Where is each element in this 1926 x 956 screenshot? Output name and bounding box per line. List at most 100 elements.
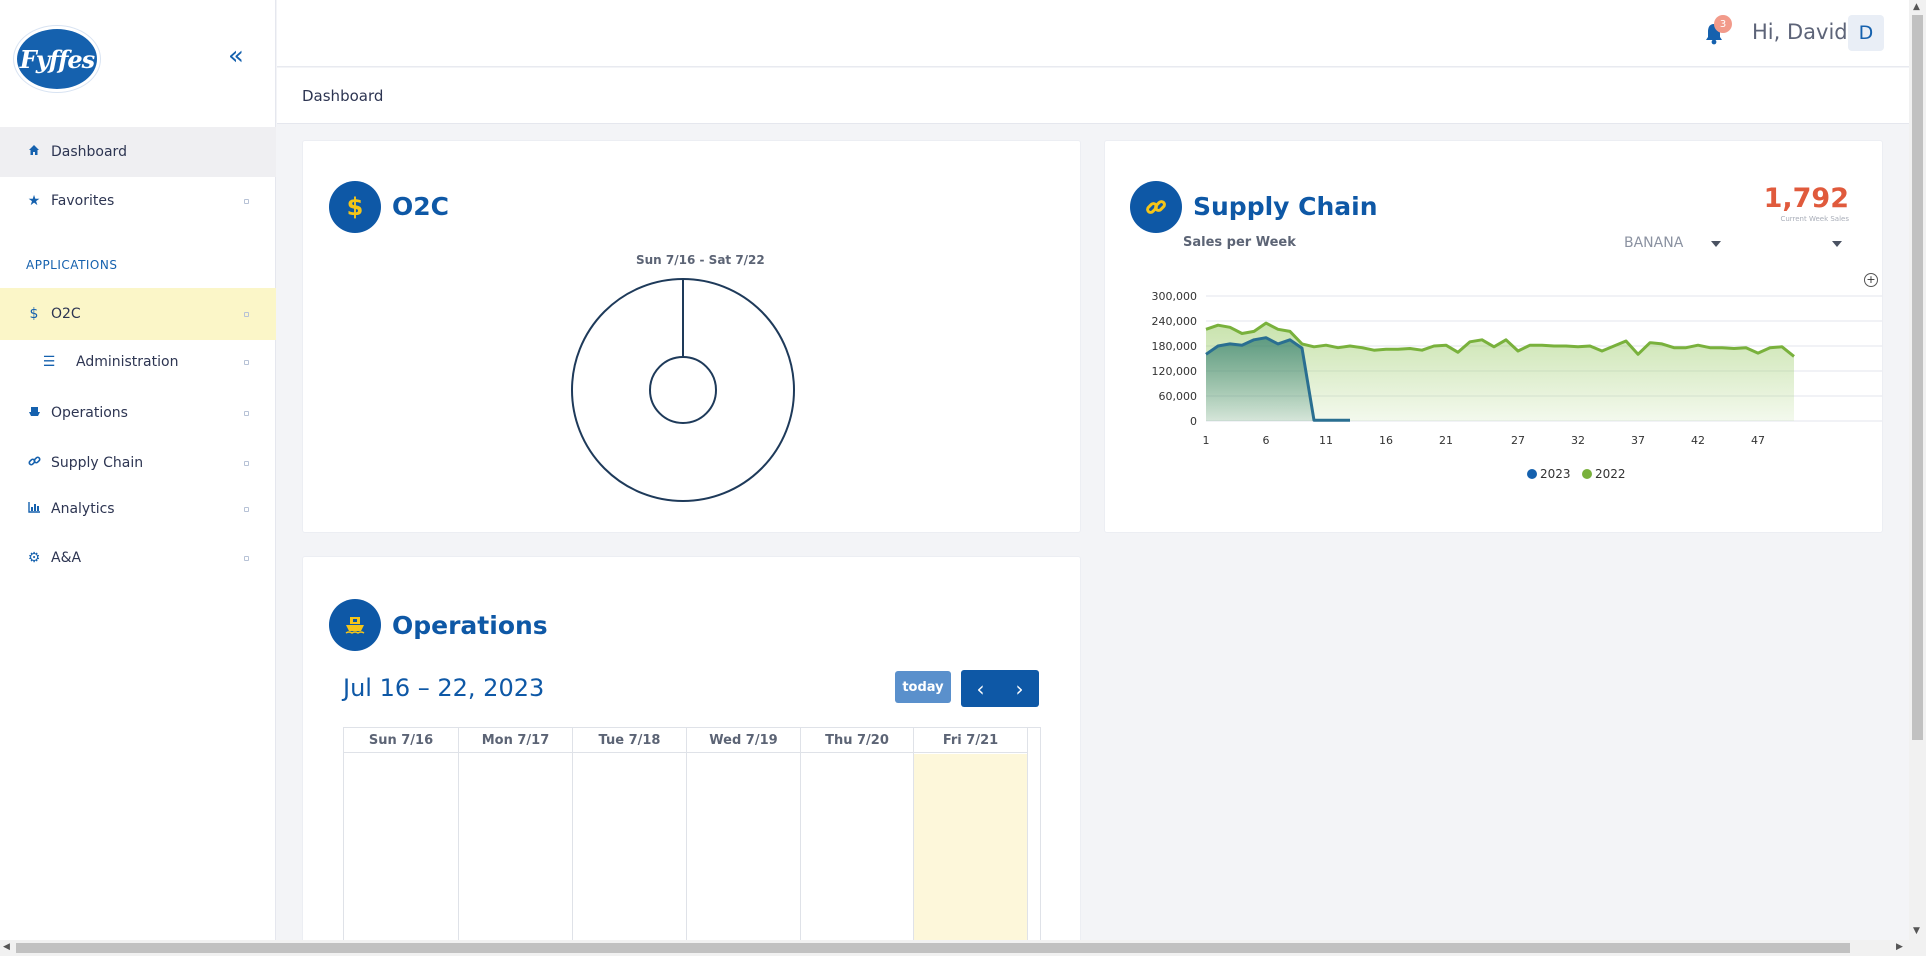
current-week-sales-value: 1,792 — [1763, 183, 1849, 214]
y-tick-label: 60,000 — [1159, 390, 1198, 403]
calendar-day-header: Sun 7/16 — [344, 728, 458, 753]
prev-week-button[interactable]: ‹ — [961, 670, 1000, 707]
expand-indicator — [244, 410, 249, 416]
sidebar-item-favorites[interactable]: ★ Favorites — [0, 176, 276, 226]
breadcrumb-bar: Dashboard — [277, 68, 1909, 124]
o2c-title: O2C — [392, 192, 449, 221]
x-tick-label: 21 — [1439, 434, 1453, 447]
today-button[interactable]: today — [895, 671, 951, 703]
dollar-icon: $ — [29, 306, 39, 322]
scroll-down-arrow-icon[interactable]: ▼ — [1913, 926, 1920, 936]
breadcrumb: Dashboard — [302, 87, 384, 105]
x-tick-label: 11 — [1319, 434, 1333, 447]
calendar-range-title: Jul 16 – 22, 2023 — [343, 674, 545, 702]
chevron-down-icon[interactable] — [1832, 241, 1842, 247]
calendar-day-header: Tue 7/18 — [573, 728, 686, 753]
ship-icon — [329, 599, 381, 651]
supply-chain-title: Supply Chain — [1193, 192, 1378, 221]
x-tick-label: 1 — [1203, 434, 1210, 447]
sidebar-item-label: Supply Chain — [51, 455, 144, 471]
scroll-right-arrow-icon[interactable]: ▶ — [1896, 942, 1903, 952]
expand-indicator — [244, 555, 249, 561]
link-icon — [1130, 181, 1182, 233]
star-icon: ★ — [27, 193, 41, 209]
calendar-day-header: Thu 7/20 — [801, 728, 913, 753]
calendar-day-column-today: Fri 7/21 — [914, 728, 1028, 955]
horizontal-scroll-thumb[interactable] — [16, 943, 1850, 953]
expand-indicator — [244, 311, 249, 317]
calendar-day-header: Mon 7/17 — [459, 728, 572, 753]
bar-chart-icon — [25, 501, 43, 517]
sidebar-item-label: O2C — [51, 306, 81, 322]
expand-indicator — [244, 506, 249, 512]
chevron-down-icon[interactable] — [1711, 241, 1721, 247]
x-tick-label: 27 — [1511, 434, 1525, 447]
sidebar-item-administration[interactable]: ☰ Administration — [0, 337, 276, 387]
operations-card: Operations Jul 16 – 22, 2023 today ‹ › S… — [302, 556, 1081, 956]
y-tick-label: 120,000 — [1152, 365, 1198, 378]
user-greeting: Hi, David — [1752, 20, 1848, 44]
next-week-button[interactable]: › — [1000, 670, 1039, 707]
sidebar-item-supply-chain[interactable]: Supply Chain — [0, 438, 276, 488]
product-select[interactable]: BANANA — [1624, 235, 1683, 251]
calendar-day-column: Thu 7/20 — [801, 728, 914, 955]
scroll-up-arrow-icon[interactable]: ▲ — [1913, 2, 1920, 12]
sidebar-item-label: Analytics — [51, 501, 115, 517]
y-tick-label: 300,000 — [1152, 290, 1198, 303]
legend-label-2023: 2023 — [1540, 467, 1571, 481]
chevron-left-icon: ‹ — [976, 676, 985, 701]
o2c-card: $ O2C Sun 7/16 - Sat 7/22 — [302, 140, 1081, 533]
section-label-applications: APPLICATIONS — [26, 258, 118, 272]
expand-indicator — [244, 198, 249, 204]
sidebar-item-analytics[interactable]: Analytics — [0, 484, 276, 534]
notification-count-badge: 3 — [1714, 15, 1732, 33]
supply-chain-card: Supply Chain 1,792 Current Week Sales Sa… — [1104, 140, 1883, 533]
y-tick-label: 240,000 — [1152, 315, 1198, 328]
y-tick-label: 180,000 — [1152, 340, 1198, 353]
sidebar-item-label: Dashboard — [51, 144, 127, 160]
scroll-left-arrow-icon[interactable]: ◀ — [3, 942, 10, 952]
legend-marker-2022 — [1582, 469, 1592, 479]
vertical-scroll-thumb[interactable] — [1912, 15, 1923, 740]
sidebar-item-label: Administration — [76, 354, 179, 370]
sidebar-item-a-and-a[interactable]: ⚙ A&A — [0, 533, 276, 583]
gear-icon: ⚙ — [27, 550, 41, 566]
x-tick-label: 16 — [1379, 434, 1393, 447]
operations-title: Operations — [392, 611, 548, 640]
sidebar-item-label: Operations — [51, 405, 128, 421]
legend-marker-2023 — [1527, 469, 1537, 479]
calendar-day-header: Fri 7/21 — [914, 728, 1027, 753]
x-tick-label: 42 — [1691, 434, 1705, 447]
sidebar-item-label: A&A — [51, 550, 82, 566]
sidebar-item-o2c[interactable]: $ O2C — [0, 288, 276, 340]
collapse-sidebar-icon[interactable]: « — [228, 43, 244, 69]
x-tick-label: 47 — [1751, 434, 1765, 447]
calendar-day-column: Wed 7/19 — [687, 728, 801, 955]
calendar-day-column: Mon 7/17 — [459, 728, 573, 955]
y-tick-label: 0 — [1190, 415, 1197, 428]
expand-indicator — [244, 460, 249, 466]
calendar-day-column: Sun 7/16 — [344, 728, 459, 955]
current-week-sales-caption: Current Week Sales — [1780, 215, 1849, 223]
today-highlight — [914, 754, 1027, 955]
sales-per-week-chart: 300,000240,000180,000120,00060,00001 6 11 1… — [1152, 290, 1882, 481]
ship-icon — [25, 405, 43, 422]
sidebar-item-dashboard[interactable]: Dashboard — [0, 127, 276, 177]
expand-indicator — [244, 359, 249, 365]
link-icon — [25, 455, 43, 472]
fyffes-logo[interactable]: Fyffes — [14, 26, 100, 92]
chevron-right-icon: › — [1015, 676, 1024, 701]
vertical-scrollbar[interactable]: ▲ ▼ — [1909, 0, 1926, 940]
sidebar-item-label: Favorites — [51, 193, 115, 209]
horizontal-scrollbar[interactable]: ◀ ▶ — [0, 940, 1926, 956]
top-bar — [277, 0, 1909, 67]
avatar[interactable]: D — [1848, 15, 1884, 51]
sidebar: Fyffes « Dashboard ★ Favorites APPLICATI… — [0, 0, 276, 956]
calendar-day-column: Tue 7/18 — [573, 728, 687, 955]
o2c-donut-chart — [571, 278, 795, 502]
sales-per-week-subtitle: Sales per Week — [1183, 235, 1296, 250]
sidebar-item-operations[interactable]: Operations — [0, 388, 276, 438]
o2c-date-range-label: Sun 7/16 - Sat 7/22 — [636, 253, 765, 267]
list-icon: ☰ — [42, 354, 56, 370]
x-tick-label: 37 — [1631, 434, 1645, 447]
